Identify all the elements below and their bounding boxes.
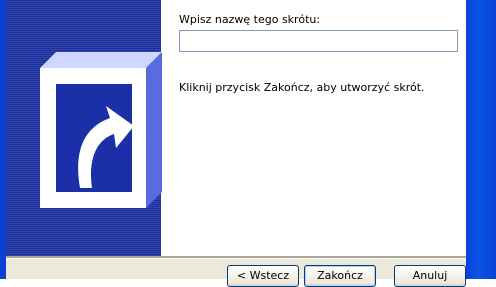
shortcut-name-label: Wpisz nazwę tego skrótu: (179, 13, 321, 26)
shortcut-arrow-icon (40, 52, 162, 208)
create-shortcut-wizard-window: Wpisz nazwę tego skrótu: Kliknij przycis… (0, 0, 496, 287)
finish-instruction-text: Kliknij przycisk Zakończ, aby utworzyć s… (179, 81, 425, 94)
wizard-side-panel (6, 0, 162, 256)
wizard-content-panel: Wpisz nazwę tego skrótu: Kliknij przycis… (0, 0, 474, 256)
finish-button[interactable]: Zakończ (304, 265, 376, 287)
window-frame-right (466, 0, 496, 279)
shortcut-name-input[interactable] (179, 30, 458, 52)
cancel-button[interactable]: Anuluj (394, 265, 466, 287)
window-frame-left (0, 0, 6, 279)
button-area-divider (0, 256, 474, 259)
back-button[interactable]: < Wstecz (227, 265, 299, 287)
